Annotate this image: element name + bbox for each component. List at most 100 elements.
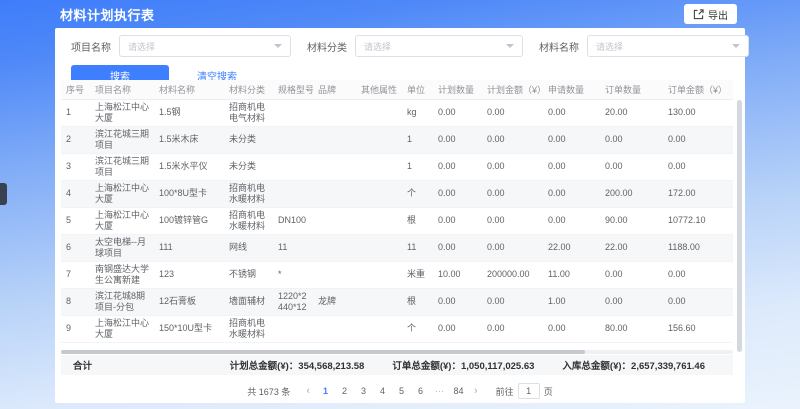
table-cell: 0.00: [543, 99, 600, 126]
table-cell: 0.00: [543, 315, 600, 342]
table-cell: 1220*2440*12: [273, 288, 313, 315]
export-icon: [693, 9, 704, 20]
column-header: 规格型号: [273, 80, 313, 99]
page-ellipsis[interactable]: ···: [432, 385, 447, 397]
table-cell: 0.00: [663, 288, 733, 315]
table-cell: 上海松江中心大厦: [90, 207, 154, 234]
order-total: 订单总金额(¥)：1,050,117,025.63: [392, 358, 534, 372]
table-cell: [313, 315, 356, 342]
table-cell: 0.00: [600, 261, 663, 288]
table-cell: 200.00: [600, 180, 663, 207]
category-filter-label: 材料分类: [307, 39, 347, 54]
table-cell: 0.00: [433, 153, 482, 180]
table-cell: 0.00: [663, 261, 733, 288]
table-cell: 0.00: [482, 315, 543, 342]
table-cell: [313, 207, 356, 234]
table-cell: 10772.10: [663, 207, 733, 234]
table-cell: 太空电梯--月球项目: [90, 234, 154, 261]
table-cell: kg: [402, 99, 433, 126]
summary-bar: 合计 计划总金额(¥)：354,568,213.58 订单总金额(¥)：1,05…: [61, 355, 733, 375]
table-cell: 9: [61, 315, 90, 342]
table-cell: [313, 126, 356, 153]
table-cell: 0.00: [433, 207, 482, 234]
table-cell: [356, 315, 402, 342]
page-button[interactable]: 3: [356, 385, 371, 397]
page-button[interactable]: 5: [394, 385, 409, 397]
table-cell: 0.00: [543, 153, 600, 180]
page-button[interactable]: 2: [337, 385, 352, 397]
table-row: 4上海松江中心大厦100*8U型卡招商机电 水暖材料个0.000.000.002…: [61, 180, 733, 207]
table-cell: 20.00: [600, 99, 663, 126]
table-cell: 0.00: [543, 126, 600, 153]
table-cell: 0.00: [663, 153, 733, 180]
table-cell: 3: [61, 153, 90, 180]
table-cell: [356, 153, 402, 180]
vertical-scrollbar-thumb[interactable]: [737, 100, 742, 352]
export-label: 导出: [708, 7, 728, 22]
table-cell: 130.00: [663, 99, 733, 126]
column-header: 单位: [402, 80, 433, 99]
pagination-goto: 前往 页: [496, 383, 553, 399]
page-button[interactable]: 1: [318, 385, 333, 397]
table-cell: 招商机电 电气材料: [224, 99, 273, 126]
inbound-total: 入库总金额(¥)：2,657,339,761.46: [562, 358, 705, 372]
material-select-placeholder: 请选择: [596, 40, 623, 53]
table-cell: 1188.00: [663, 234, 733, 261]
sidebar-collapse-handle[interactable]: [0, 183, 7, 205]
page-title: 材料计划执行表: [60, 5, 155, 24]
table-cell: 0.00: [543, 180, 600, 207]
table-cell: [313, 234, 356, 261]
table-cell: 2: [61, 126, 90, 153]
page-suffix-label: 页: [544, 385, 553, 398]
table-cell: 1: [402, 126, 433, 153]
table-cell: 0.00: [600, 126, 663, 153]
table-cell: 不锈钢: [224, 261, 273, 288]
table-cell: 4: [61, 180, 90, 207]
table-cell: 个: [402, 180, 433, 207]
horizontal-scrollbar-thumb[interactable]: [61, 350, 585, 354]
top-bar: 材料计划执行表 导出: [0, 0, 800, 28]
table-cell: 11: [273, 234, 313, 261]
table-cell: 0.00: [482, 234, 543, 261]
table-cell: 米重: [402, 261, 433, 288]
table-cell: 墙面辅材: [224, 288, 273, 315]
table-cell: 200000.00: [482, 261, 543, 288]
table-cell: 上海松江中心大厦: [90, 99, 154, 126]
table-cell: 156.60: [663, 315, 733, 342]
table-cell: 0.00: [600, 153, 663, 180]
page-button[interactable]: 84: [451, 385, 466, 397]
table-cell: 22.00: [543, 234, 600, 261]
chevron-down-icon: [274, 44, 282, 48]
table-cell: 0.00: [600, 288, 663, 315]
pagination-next-icon[interactable]: ›: [470, 385, 482, 397]
material-select[interactable]: 请选择: [587, 35, 749, 57]
pagination-prev-icon[interactable]: ‹: [302, 385, 314, 397]
category-select[interactable]: 请选择: [355, 35, 523, 57]
page-button[interactable]: 6: [413, 385, 428, 397]
table-cell: [313, 99, 356, 126]
table-cell: 5: [61, 207, 90, 234]
table-row: 3滨江花城三期项目1.5米水平仪未分类10.000.000.000.000.00: [61, 153, 733, 180]
table-cell: 0.00: [482, 207, 543, 234]
table-cell: [313, 180, 356, 207]
table-cell: 招商机电 水暖材料: [224, 207, 273, 234]
column-header: 申请数量: [543, 80, 600, 99]
table-cell: 根: [402, 207, 433, 234]
table-cell: 0.00: [543, 207, 600, 234]
table-cell: 1.5米水平仪: [154, 153, 224, 180]
content-card: 项目名称 请选择 材料分类 请选择 材料名称 请选择 搜索 清空搜索 序号项目名…: [55, 28, 745, 403]
column-header: 项目名称: [90, 80, 154, 99]
table-cell: 7: [61, 261, 90, 288]
table-cell: 80.00: [600, 315, 663, 342]
table-cell: [356, 234, 402, 261]
project-filter-label: 项目名称: [71, 39, 111, 54]
goto-page-input[interactable]: [518, 383, 540, 399]
table-cell: [356, 180, 402, 207]
page-button[interactable]: 4: [375, 385, 390, 397]
project-select[interactable]: 请选择: [119, 35, 291, 57]
table-row: 8滨江花城8期项目-分包12石膏板墙面辅材1220*2440*12龙牌根0.00…: [61, 288, 733, 315]
export-button[interactable]: 导出: [684, 4, 737, 24]
table-cell: 1.00: [543, 288, 600, 315]
table-cell: 0.00: [433, 315, 482, 342]
table-cell: 上海松江中心大厦: [90, 180, 154, 207]
